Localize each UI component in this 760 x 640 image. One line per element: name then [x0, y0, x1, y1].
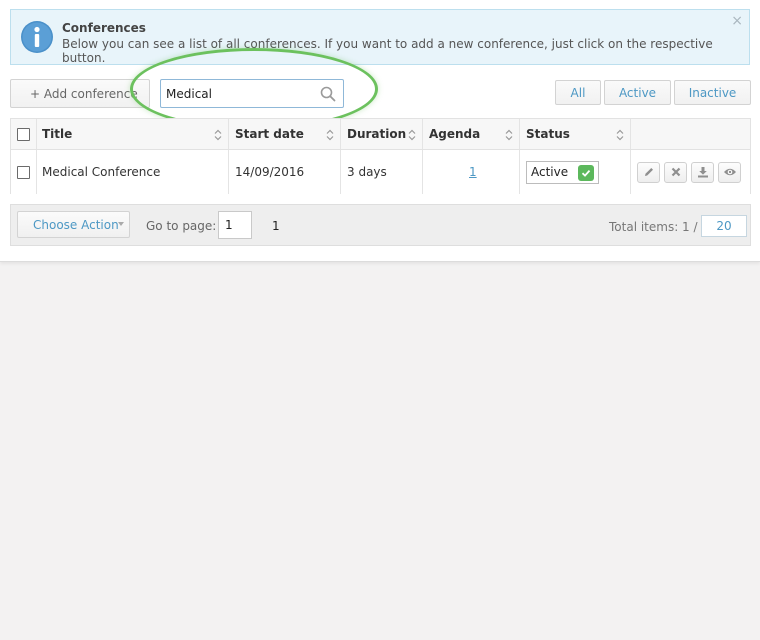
edit-button[interactable] — [637, 161, 660, 183]
download-icon — [697, 167, 708, 178]
row-status-cell: Active — [520, 150, 631, 194]
select-all-checkbox[interactable] — [17, 127, 30, 141]
row-duration: 3 days — [341, 150, 423, 194]
status-select[interactable]: Active — [526, 160, 599, 184]
info-icon — [21, 21, 53, 53]
per-page-select[interactable]: 20 — [701, 215, 747, 237]
row-actions — [631, 150, 752, 194]
header-title[interactable]: Title — [37, 119, 229, 149]
close-icon[interactable]: × — [731, 14, 743, 28]
sort-icon[interactable] — [214, 129, 222, 141]
view-button[interactable] — [718, 161, 741, 183]
row-agenda-cell: 1 — [423, 150, 520, 194]
filter-all-button[interactable]: All — [555, 80, 601, 105]
sort-icon[interactable] — [408, 129, 416, 141]
row-check-cell — [11, 150, 37, 194]
page-link[interactable]: 1 — [272, 219, 280, 233]
delete-icon — [671, 167, 680, 177]
conferences-panel: Conferences Below you can see a list of … — [0, 0, 760, 262]
row-start-date: 14/09/2016 — [229, 150, 341, 194]
info-box: Conferences Below you can see a list of … — [10, 9, 750, 65]
status-value: Active — [531, 165, 569, 179]
agenda-link[interactable]: 1 — [469, 165, 477, 179]
sort-icon[interactable] — [616, 129, 624, 141]
header-start-date[interactable]: Start date — [229, 119, 341, 149]
total-items-label: Total items: 1 / — [609, 220, 698, 234]
search-box[interactable] — [160, 79, 344, 108]
filter-active-button[interactable]: Active — [604, 80, 671, 105]
header-status[interactable]: Status — [520, 119, 631, 149]
check-icon — [578, 164, 594, 181]
conferences-table: Title Start date Duration Agenda Status — [10, 118, 751, 194]
sort-icon[interactable] — [505, 129, 513, 141]
pagination-bar: Choose Action Go to page: 1 Total items:… — [10, 204, 751, 246]
search-input[interactable] — [166, 85, 316, 103]
row-title: Medical Conference — [37, 150, 229, 194]
choose-action-label: Choose Action — [33, 217, 119, 232]
header-agenda-label: Agenda — [429, 127, 481, 141]
row-checkbox[interactable] — [17, 165, 30, 179]
search-icon[interactable] — [320, 86, 336, 102]
info-text: Below you can see a list of all conferen… — [62, 37, 713, 65]
header-duration-label: Duration — [347, 127, 407, 141]
add-conference-button[interactable]: + Add conference — [10, 79, 150, 108]
download-button[interactable] — [691, 161, 714, 183]
header-duration[interactable]: Duration — [341, 119, 423, 149]
choose-action-button[interactable]: Choose Action — [17, 211, 130, 238]
header-agenda[interactable]: Agenda — [423, 119, 520, 149]
filter-inactive-button[interactable]: Inactive — [674, 80, 751, 105]
goto-page-label: Go to page: — [146, 219, 217, 233]
header-status-label: Status — [526, 127, 570, 141]
sort-icon[interactable] — [326, 129, 334, 141]
table-header: Title Start date Duration Agenda Status — [11, 119, 750, 150]
delete-button[interactable] — [664, 161, 687, 183]
goto-page-input[interactable] — [218, 211, 252, 239]
header-actions — [631, 119, 752, 149]
header-start-date-label: Start date — [235, 127, 304, 141]
view-icon — [723, 168, 736, 176]
header-check-cell — [11, 119, 37, 149]
header-title-label: Title — [42, 127, 73, 141]
edit-icon — [644, 168, 653, 176]
chevron-down-icon — [118, 222, 124, 226]
info-title: Conferences — [62, 21, 146, 35]
table-row: Medical Conference 14/09/2016 3 days 1 A… — [11, 150, 750, 194]
